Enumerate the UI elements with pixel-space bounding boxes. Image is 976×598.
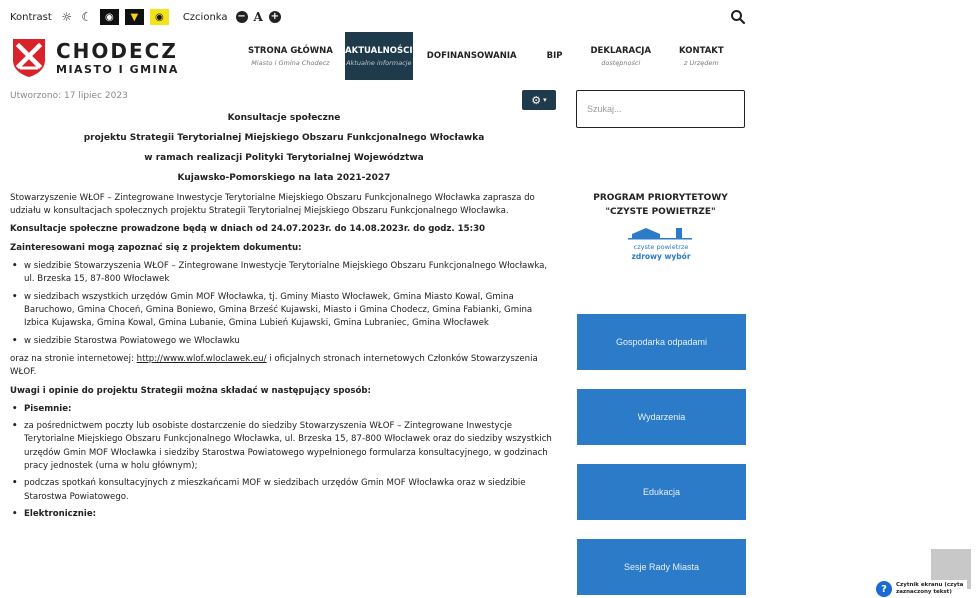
article-heading-2: projektu Strategii Terytorialnej Miejski… (83, 132, 485, 143)
program-logo-text-1: czyste powietrze (634, 243, 689, 251)
submission-methods-list: Pisemnie: za pośrednictwem poczty lub os… (10, 403, 558, 522)
list-item: w siedzibie Stowarzyszenia WŁOF – Zinteg… (10, 260, 558, 287)
font-increase-icon[interactable]: + (268, 11, 281, 23)
accessibility-toolbar: Kontrast ☼ ☾ ◉ ▼ ◉ Czcionka − A + (10, 9, 281, 25)
nav-bip[interactable]: BIP (527, 32, 577, 80)
nav-dofinansowania[interactable]: DOFINANSOWANIA (413, 32, 527, 80)
nav-title: STRONA GŁÓWNA (248, 45, 333, 56)
created-date: Utworzono: 17 lipiec 2023 (10, 91, 128, 101)
document-access-heading: Zainteresowani mogą zapoznać się z proje… (10, 242, 302, 253)
comments-heading: Uwagi i opinie do projektu Strategii moż… (10, 385, 371, 396)
nav-subtitle: z Urzędem (683, 58, 719, 67)
program-line-1: PROGRAM PRIORYTETOWY (593, 193, 728, 203)
brightness-icon[interactable]: ☼ (60, 10, 74, 24)
site-logo[interactable]: CHODECZ MIASTO I GMINA (12, 38, 179, 78)
reader-line-1: Czytnik ekranu (czyta (896, 582, 964, 589)
electronic-method-label: Elektronicznie: (24, 509, 97, 519)
eye-contrast-yellow-icon[interactable]: ▼ (124, 9, 144, 25)
gospodarka-odpadami-button[interactable]: Gospodarka odpadami (577, 314, 746, 370)
gear-icon: ⚙ (531, 93, 542, 107)
article-intro: Stowarzyszenie WŁOF – Zintegrowane Inwes… (10, 192, 535, 217)
consultation-dates: Konsultacje społeczne prowadzone będą w … (10, 224, 486, 235)
nav-subtitle: Aktualne informacje (346, 58, 412, 67)
contrast-label: Kontrast (10, 11, 52, 23)
font-decrease-icon[interactable]: − (235, 11, 248, 23)
nav-title: BIP (546, 51, 563, 61)
moon-icon[interactable]: ☾ (80, 10, 94, 24)
list-item: w siedzibach wszystkich urzędów Gmin MOF… (10, 291, 558, 331)
wydarzenia-button[interactable]: Wydarzenia (577, 389, 746, 445)
written-method-label: Pisemnie: (24, 403, 72, 414)
edukacja-button[interactable]: Edukacja (577, 464, 746, 520)
article-heading-3: w ramach realizacji Polityki Terytorialn… (144, 152, 424, 163)
font-label: Czcionka (182, 11, 228, 23)
sesje-rady-miasta-button[interactable]: Sesje Rady Miasta (577, 539, 746, 595)
search-input[interactable]: Szukaj... (576, 90, 745, 128)
list-item: za pośrednictwem poczty lub osobiste dos… (10, 420, 558, 473)
nav-subtitle: dostępności (601, 58, 641, 67)
nav-title: KONTAKT (679, 45, 724, 56)
nav-strona-glowna[interactable]: STRONA GŁÓWNA Miasto i Gmina Chodecz (240, 32, 345, 80)
nav-title: DOFINANSOWANIA (426, 51, 517, 61)
czyste-powietrze-logo[interactable]: czyste powietrze zdrowy wybór (626, 226, 696, 266)
list-item: w siedzibie Starostwa Powiatowego we Wło… (10, 335, 558, 349)
program-logo-text-2: zdrowy wybór (631, 252, 690, 261)
article-tools-button[interactable]: ⚙ ▾ (522, 90, 556, 110)
eye-contrast-black-icon[interactable]: ◉ (149, 9, 169, 25)
document-locations-list: w siedzibie Stowarzyszenia WŁOF – Zinteg… (10, 260, 558, 348)
font-normal-icon[interactable]: A (254, 10, 263, 24)
program-line-2: "CZYSTE POWIETRZE" (605, 206, 716, 217)
reader-line-2: zaznaczony tekst) (896, 589, 952, 595)
main-nav: STRONA GŁÓWNA Miasto i Gmina Chodecz AKT… (240, 32, 734, 80)
logo-title: CHODECZ (56, 39, 178, 63)
article-heading-1: Konsultacje społeczne (227, 113, 341, 123)
list-item: podczas spotkań konsultacyjnych z mieszk… (10, 477, 558, 504)
article-heading-4: Kujawsko-Pomorskiego na lata 2021-2027 (177, 172, 391, 183)
caret-down-icon: ▾ (543, 96, 547, 104)
article-content: Konsultacje społeczne projektu Strategii… (10, 112, 558, 526)
wlof-link[interactable]: http://www.wlof.wloclawek.eu/ (137, 354, 267, 364)
nav-title: DEKLARACJA (590, 45, 652, 56)
screen-reader-widget[interactable]: ? Czytnik ekranu (czyta zaznaczony tekst… (873, 580, 967, 598)
coat-of-arms-icon (13, 39, 45, 77)
logo-subtitle: MIASTO I GMINA (56, 63, 179, 76)
nav-title: AKTUALNOŚCI (345, 45, 413, 56)
help-icon: ? (876, 581, 892, 597)
program-title[interactable]: PROGRAM PRIORYTETOWY "CZYSTE POWIETRZE" (576, 192, 745, 219)
website-info-before: oraz na stronie internetowej: (10, 353, 137, 364)
nav-kontakt[interactable]: KONTAKT z Urzędem (669, 32, 734, 80)
website-info: oraz na stronie internetowej: http://www… (10, 353, 558, 380)
eye-contrast-white-icon[interactable]: ◉ (99, 9, 119, 25)
nav-aktualnosci[interactable]: AKTUALNOŚCI Aktualne informacje (344, 32, 413, 80)
nav-deklaracja[interactable]: DEKLARACJA dostępności (577, 32, 670, 80)
nav-subtitle: Miasto i Gmina Chodecz (251, 58, 330, 67)
search-icon[interactable] (730, 9, 746, 25)
